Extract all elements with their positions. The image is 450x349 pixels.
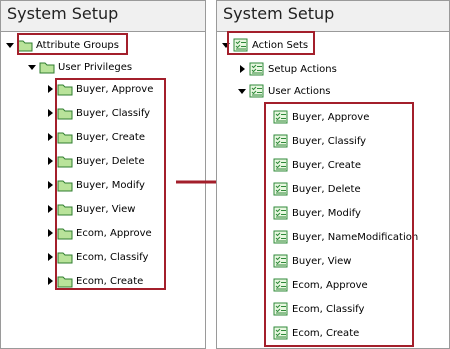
expand-right-icon[interactable] xyxy=(45,156,55,166)
folder-icon xyxy=(39,60,55,74)
highlight-left-items xyxy=(55,78,166,290)
action-set-icon xyxy=(249,84,265,98)
highlight-attribute-groups xyxy=(17,33,128,55)
expand-down-icon[interactable] xyxy=(27,62,37,72)
expand-right-icon[interactable] xyxy=(45,180,55,190)
expand-right-icon[interactable] xyxy=(237,64,247,74)
tree-label: Setup Actions xyxy=(268,63,337,75)
tree-node-setup-actions[interactable]: Setup Actions xyxy=(237,60,337,78)
expand-right-icon[interactable] xyxy=(45,108,55,118)
expand-right-icon[interactable] xyxy=(45,132,55,142)
tree-node-user-actions[interactable]: User Actions xyxy=(237,82,331,100)
expand-right-icon[interactable] xyxy=(45,204,55,214)
expand-right-icon[interactable] xyxy=(45,252,55,262)
tree-label: User Privileges xyxy=(58,61,133,73)
right-panel-title: System Setup xyxy=(223,4,335,23)
expand-right-icon[interactable] xyxy=(45,228,55,238)
action-set-icon xyxy=(249,62,265,76)
highlight-action-sets xyxy=(227,31,315,55)
tree-label: User Actions xyxy=(268,85,331,97)
expand-down-icon[interactable] xyxy=(5,40,15,50)
tree-node-user-privileges[interactable]: User Privileges xyxy=(27,58,132,76)
expand-right-icon[interactable] xyxy=(45,84,55,94)
highlight-right-items xyxy=(264,102,414,347)
expand-right-icon[interactable] xyxy=(45,276,55,286)
left-panel-title: System Setup xyxy=(7,4,119,23)
expand-down-icon[interactable] xyxy=(237,86,247,96)
